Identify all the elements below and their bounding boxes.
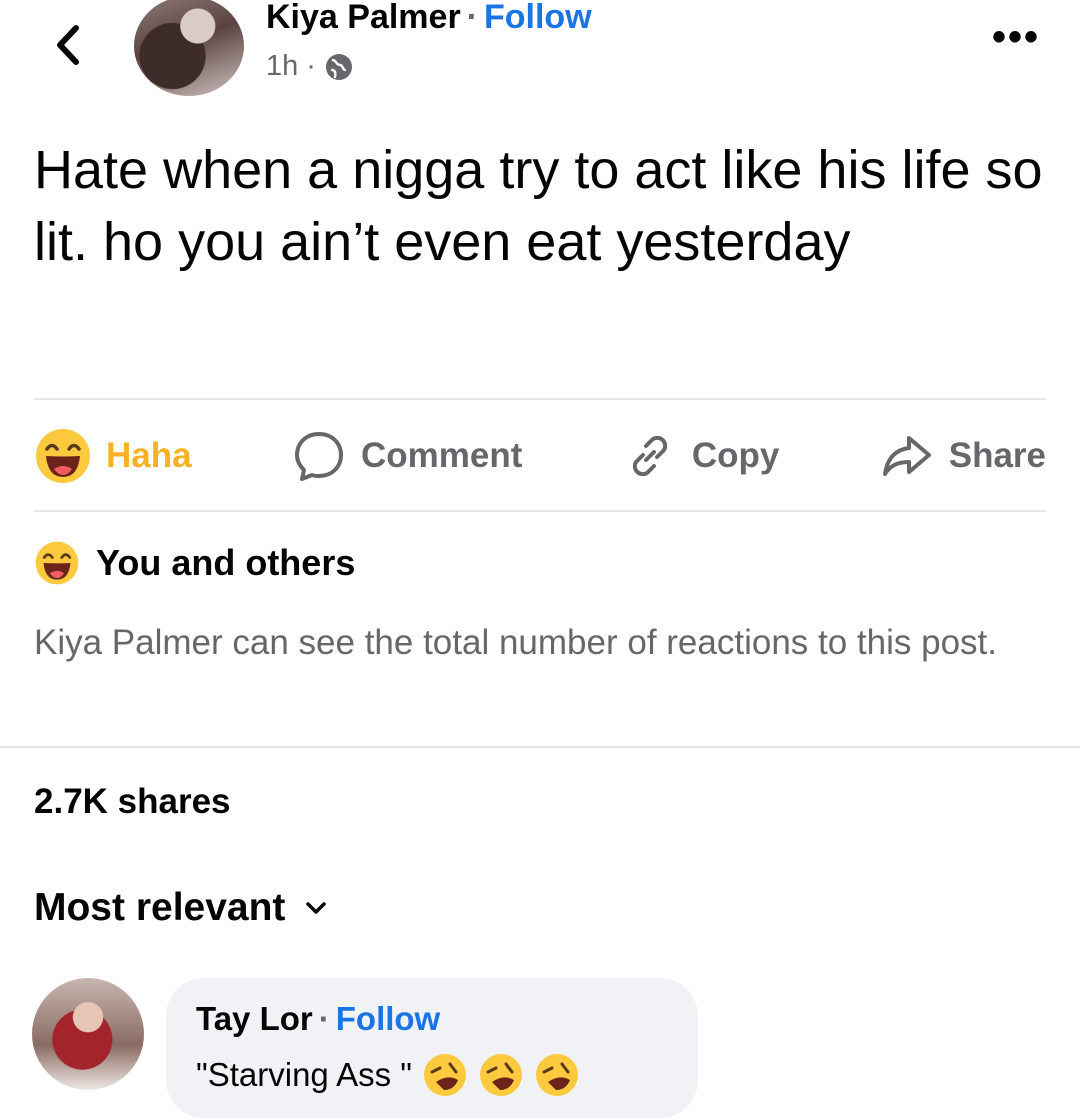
back-button[interactable] <box>48 20 88 70</box>
copy-link-button[interactable]: Copy <box>622 428 780 484</box>
comment-header: Tay Lor · Follow <box>196 1000 440 1038</box>
commenter-avatar[interactable] <box>32 978 144 1090</box>
haha-label: Haha <box>106 436 192 475</box>
chevron-left-icon <box>57 25 79 65</box>
sort-label: Most relevant <box>34 886 286 929</box>
post-header-title: Kiya Palmer · Follow <box>266 0 592 37</box>
comment-follow-button[interactable]: Follow <box>336 1000 440 1037</box>
reactions-privacy-note: Kiya Palmer can see the total number of … <box>34 623 997 662</box>
haha-emoji-icon <box>36 429 90 483</box>
rolling-laughing-emoji-icon <box>480 1054 523 1096</box>
shares-count[interactable]: 2.7K shares <box>34 782 231 822</box>
author-name[interactable]: Kiya Palmer <box>266 0 461 36</box>
reactions-summary-label: You and others <box>96 542 356 583</box>
follow-button[interactable]: Follow <box>484 0 592 36</box>
comment-text-row: "Starving Ass " <box>196 1052 580 1098</box>
post-meta: 1h · <box>266 50 354 83</box>
comment-icon <box>295 432 343 481</box>
author-avatar[interactable] <box>134 0 244 96</box>
action-bar: Haha Comment Copy Share <box>34 420 1046 492</box>
share-label: Share <box>948 436 1046 475</box>
comment-sort-dropdown[interactable]: Most relevant <box>34 886 329 930</box>
reactions-summary[interactable]: You and others <box>34 540 355 586</box>
comment-button[interactable]: Comment <box>291 428 522 484</box>
divider <box>0 746 1080 748</box>
post-time[interactable]: 1h <box>266 50 298 83</box>
divider <box>34 510 1046 512</box>
copy-label: Copy <box>691 436 780 475</box>
meta-separator: · <box>306 50 316 82</box>
share-button[interactable]: Share <box>879 428 1046 484</box>
haha-emoji-icon <box>35 541 79 585</box>
globe-icon <box>325 53 352 80</box>
comment-label: Comment <box>361 436 523 475</box>
comment-author[interactable]: Tay Lor <box>196 1000 313 1037</box>
rolling-laughing-emoji-icon <box>536 1054 579 1096</box>
haha-reaction-button[interactable]: Haha <box>34 427 192 485</box>
comment-text: "Starving Ass " <box>196 1056 413 1093</box>
more-options-button[interactable]: ••• <box>992 17 1040 57</box>
separator-dot: · <box>466 0 478 36</box>
post-text: Hate when a nigga try to act like his li… <box>34 140 1043 272</box>
share-icon <box>882 436 931 476</box>
link-icon <box>632 435 667 477</box>
chevron-down-icon <box>306 902 327 914</box>
separator-dot: · <box>318 1000 330 1037</box>
rolling-laughing-emoji-icon <box>424 1054 467 1096</box>
divider <box>34 398 1046 400</box>
